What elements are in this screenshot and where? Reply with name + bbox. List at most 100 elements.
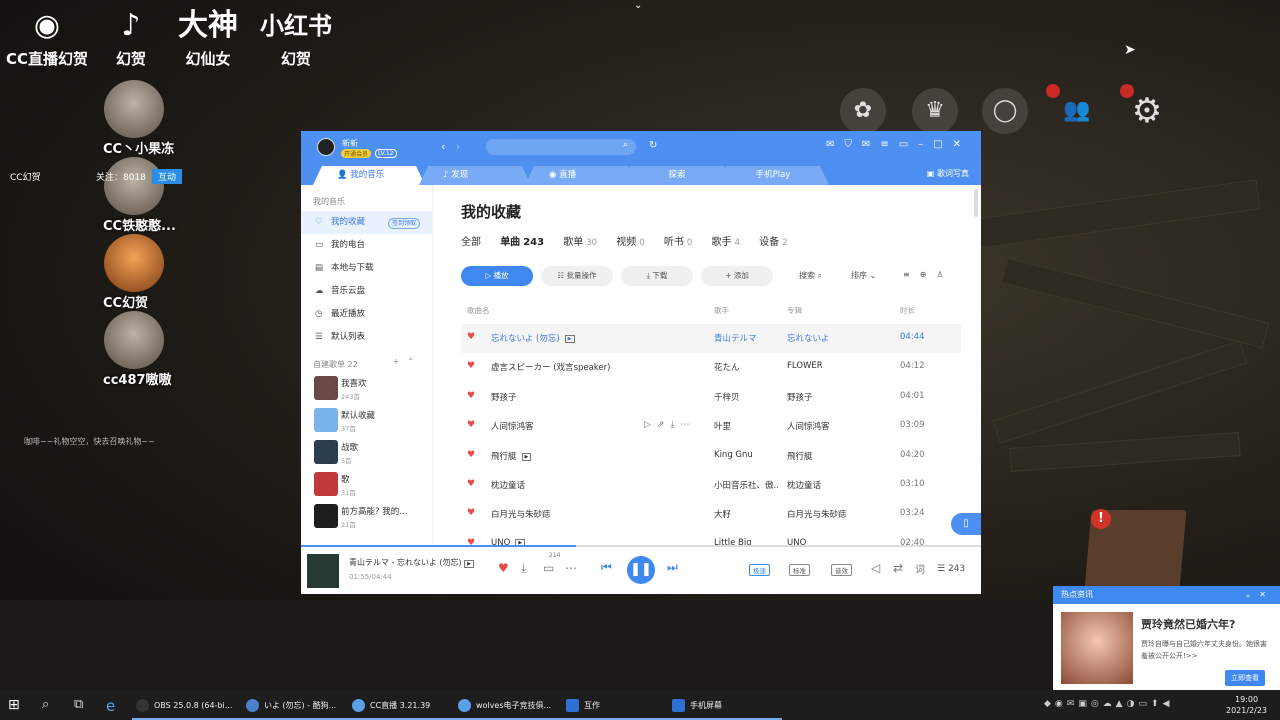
album-cover[interactable] — [307, 554, 339, 588]
add-button[interactable]: + 添加 — [701, 266, 773, 286]
sidebar-item-radio[interactable]: ▭ 我的电台 — [301, 234, 432, 257]
volume-icon[interactable]: ◁ — [871, 561, 880, 575]
now-playing-title[interactable]: 青山テルマ - 忘れないよ (勿忘) ▶ — [349, 557, 475, 568]
queue-button[interactable]: ☰ 243 — [937, 564, 965, 574]
tab-audiobooks[interactable]: 听书 0 — [664, 237, 692, 248]
comment-icon[interactable]: ▭ — [543, 561, 554, 575]
song-album[interactable]: 飛行艇 — [787, 450, 877, 462]
table-row[interactable]: ♥ 枕边童话 小田音乐社、傲... 枕边童话 03:10 — [461, 471, 961, 500]
message-icon[interactable]: ✉ — [826, 139, 844, 150]
loop-icon[interactable]: ⇄ — [893, 561, 903, 575]
sidebar-badge[interactable]: 签到领取 — [387, 218, 420, 229]
song-artist[interactable]: 青山テルマ — [714, 332, 778, 344]
back-icon[interactable]: ‹ — [441, 140, 445, 153]
column-header[interactable]: 时长 — [900, 305, 915, 316]
song-album[interactable]: 枕边童话 — [787, 479, 877, 491]
download-icon[interactable]: ⤓ — [670, 420, 680, 430]
tab-discover[interactable]: ♪ 发现 — [419, 166, 531, 185]
more-icon[interactable]: ⋯ — [680, 420, 695, 430]
taskbar-app-collab[interactable]: 互作 — [562, 691, 676, 720]
refresh-icon[interactable]: ↻ — [649, 140, 657, 151]
tab-my-music[interactable]: 👤 我的音乐 — [313, 166, 425, 185]
maximize-icon[interactable]: □ — [933, 139, 952, 150]
pause-button[interactable]: ❚❚ — [627, 556, 655, 584]
task-view-icon[interactable]: ⧉ — [74, 697, 83, 712]
chevron-down-icon[interactable]: ⌄ — [634, 0, 642, 11]
song-artist[interactable]: King Gnu — [714, 450, 778, 460]
taskbar-app-phone-screen[interactable]: 手机屏幕 — [668, 691, 782, 720]
scrollbar[interactable] — [974, 189, 978, 217]
table-row[interactable]: ♥ 虚言スピーカー (戏言speaker) 花たん FLOWER 04:12 — [461, 353, 961, 382]
share-icon[interactable]: ⇗ — [657, 420, 671, 430]
windows-start-icon[interactable]: ⊞ — [8, 697, 20, 713]
news-title[interactable]: 贾玲竟然已婚六年? — [1141, 616, 1235, 632]
play-icon[interactable]: ▷ — [644, 420, 657, 430]
column-header[interactable]: 歌曲名 — [467, 305, 490, 316]
avatar[interactable] — [317, 138, 335, 156]
song-album[interactable]: FLOWER — [787, 361, 877, 371]
heart-icon[interactable]: ♥ — [467, 508, 475, 518]
tab-playlists[interactable]: 歌单 30 — [563, 237, 597, 248]
tab-all[interactable]: 全部 — [461, 237, 481, 248]
mini-mode-icon[interactable]: ▭ — [899, 139, 918, 150]
song-title[interactable]: 飛行艇 ▶ — [491, 450, 532, 462]
mv-icon[interactable]: ▶ — [464, 560, 475, 568]
tray-icon[interactable]: ◆◉✉▣◎☁▲◑▭⬆◀ — [1044, 699, 1173, 709]
heart-icon[interactable]: ♥ — [498, 561, 509, 575]
heart-icon[interactable]: ♥ — [467, 332, 475, 342]
friends-icon[interactable]: 👥 — [1054, 88, 1100, 134]
quality-button[interactable]: 极速 — [749, 564, 770, 576]
taskbar-app-kugou[interactable]: いよ (勿忘) - 酷狗... — [242, 691, 356, 720]
effect-button[interactable]: 音效 — [831, 564, 852, 576]
search-input[interactable] — [486, 139, 636, 155]
mv-icon[interactable]: ▶ — [521, 452, 532, 461]
song-title[interactable]: 白月光与朱砂痣 — [491, 508, 551, 520]
sound-quality-button[interactable]: 标准 — [789, 564, 810, 576]
interact-button[interactable]: 互动 — [152, 169, 183, 184]
table-row[interactable]: ♥ 野孩子 千梓贝 野孩子 04:01 — [461, 383, 961, 412]
tab-devices[interactable]: 设备 2 — [759, 237, 787, 248]
locate-icon[interactable]: ⊕ — [920, 270, 937, 279]
song-album[interactable]: 忘れないよ — [787, 332, 877, 344]
song-artist[interactable]: 千梓贝 — [714, 391, 778, 403]
heart-icon[interactable]: ♥ — [467, 361, 475, 371]
skin-icon[interactable]: ⛉ — [844, 139, 862, 150]
list-search-button[interactable]: 搜索 ⌕ — [799, 270, 822, 281]
search-icon[interactable]: ⌕ — [42, 697, 49, 712]
tab-videos[interactable]: 视频 0 — [616, 237, 644, 248]
next-icon[interactable]: ⏭ — [667, 560, 678, 575]
list-item[interactable]: 前方高能? 我的... 21首 — [301, 500, 432, 532]
song-title[interactable]: 人间惊鸿客 — [491, 420, 534, 432]
heart-icon[interactable]: ♥ — [467, 450, 475, 460]
clock[interactable]: 19:00 2021/2/23 — [1226, 694, 1267, 716]
download-button[interactable]: ⤓ 下载 — [621, 266, 693, 286]
badge-icon[interactable]: ✿ — [840, 88, 886, 134]
news-image[interactable] — [1061, 612, 1133, 684]
tab-phone-play[interactable]: 手机Play — [717, 166, 829, 185]
download-icon[interactable]: ⤓ — [521, 561, 526, 576]
list-item[interactable]: 歌 31首 — [301, 468, 432, 500]
user-icon[interactable]: ♙ — [936, 270, 953, 279]
taskbar-app-cc[interactable]: CC直播 3.21.39 — [348, 691, 462, 720]
heart-icon[interactable]: ♥ — [467, 479, 475, 489]
sidebar-item-local[interactable]: ▤ 本地与下载 — [301, 257, 432, 280]
taskbar-app-wolves[interactable]: wolves电子竞技俱... — [454, 691, 568, 720]
lyrics-photo-button[interactable]: ▣ 歌词写真 — [927, 168, 969, 179]
chevron-down-icon[interactable]: ⌄ — [1245, 590, 1260, 599]
progress-bar[interactable] — [301, 545, 577, 547]
song-artist[interactable]: 大籽 — [714, 508, 778, 520]
mv-icon[interactable]: ▶ — [564, 335, 575, 343]
list-item[interactable]: 我喜欢 243首 — [301, 372, 432, 404]
list-view-icon[interactable]: ≡ — [903, 270, 920, 279]
search-icon[interactable]: ⌕ — [623, 140, 628, 150]
song-album[interactable]: 野孩子 — [787, 391, 877, 403]
sort-button[interactable]: 排序 ⌄ — [851, 270, 876, 281]
sidebar-item-cloud[interactable]: ☁ 音乐云盘 — [301, 280, 432, 303]
heart-icon[interactable]: ♥ — [467, 391, 475, 401]
minimize-icon[interactable]: – — [918, 139, 933, 150]
news-description[interactable]: 贾玲自曝与自己婚六年丈夫身份。她很害羞被公开公开!>> — [1141, 638, 1273, 662]
previous-icon[interactable]: ⏮ — [601, 560, 612, 575]
song-title[interactable]: 忘れないよ (勿忘) ▶ — [491, 332, 575, 344]
table-row[interactable]: ♥ 忘れないよ (勿忘) ▶ 青山テルマ 忘れないよ 04:44 — [461, 324, 961, 354]
song-artist[interactable]: 花たん — [714, 361, 778, 373]
